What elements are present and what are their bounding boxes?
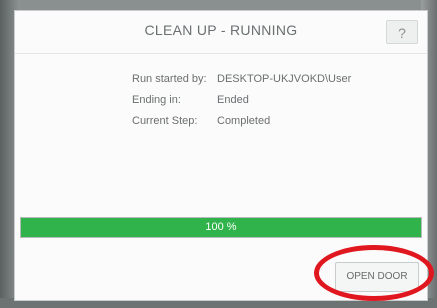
run-info: Run started by: DESKTOP-UKJVOKD\User End… [132, 68, 351, 131]
run-info-row-started-by: Run started by: DESKTOP-UKJVOKD\User [132, 68, 351, 89]
page-title: CLEAN UP - RUNNING [144, 22, 298, 38]
open-door-button[interactable]: OPEN DOOR [335, 262, 419, 292]
current-step-value: Completed [217, 114, 271, 127]
run-started-by-value: DESKTOP-UKJVOKD\User [217, 72, 352, 85]
run-info-row-ending-in: Ending in: Ended [132, 89, 351, 110]
progress-label: 100 % [205, 221, 237, 233]
ending-in-value: Ended [217, 93, 249, 106]
run-info-row-current-step: Current Step: Completed [132, 110, 351, 131]
header-bar: CLEAN UP - RUNNING ? [15, 11, 427, 54]
clean-up-screen: CLEAN UP - RUNNING ? Run started by: DES… [14, 10, 428, 301]
current-step-label: Current Step: [132, 114, 198, 127]
progress-bar: 100 % [20, 217, 422, 238]
run-started-by-label: Run started by: [132, 72, 207, 85]
ending-in-label: Ending in: [132, 93, 181, 106]
help-button[interactable]: ? [386, 20, 418, 44]
